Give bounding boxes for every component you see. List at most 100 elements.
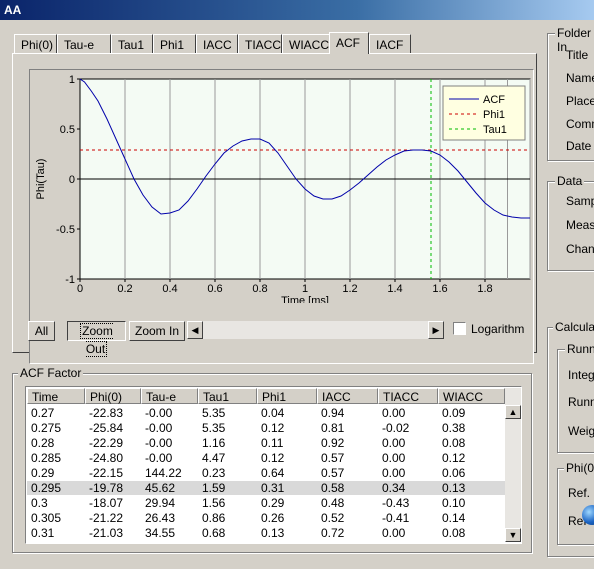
main-window: AA Phi(0) Tau-e Tau1 Phi1 IACC TIACC WIA…: [0, 0, 594, 569]
table-cell: -0.43: [382, 496, 410, 510]
x-tick-label: 0.8: [252, 283, 267, 295]
col-iacc[interactable]: IACC: [317, 388, 378, 404]
table-cell: 0.00: [382, 451, 406, 465]
table-cell: -0.00: [145, 406, 173, 420]
table-cell: 0.34: [382, 481, 406, 495]
tab-iacf[interactable]: IACF: [369, 34, 411, 54]
tab-panel: 0 0.2 0.4 0.6 0.8 1 1.2 1.4 1.6 1.8 1 0.5 0 -0.5 -1 Tim…: [12, 53, 537, 364]
table-row[interactable]: 0.28 -22.29 -0.00 1.16 0.11 0.92 0.00 0.08: [27, 436, 505, 450]
table-row[interactable]: 0.295 -19.78 45.62 1.59 0.31 0.58 0.34 0.13: [27, 481, 505, 495]
folder-field-comment: Comm: [566, 117, 594, 131]
col-phi1[interactable]: Phi1: [257, 388, 317, 404]
table-row[interactable]: 0.27 -22.83 -0.00 5.35 0.04 0.94 0.00 0.09: [27, 406, 505, 420]
table-cell: 144.22: [145, 466, 182, 480]
folder-field-title: Title: [566, 48, 589, 62]
table-cell: 0.92: [321, 436, 345, 450]
table-cell: 0.29: [261, 496, 285, 510]
table-row[interactable]: 0.3 -18.07 29.94 1.56 0.29 0.48 -0.43 0.10: [27, 496, 505, 510]
table-cell: 4.47: [202, 451, 226, 465]
x-axis-label: Time [ms]: [281, 295, 329, 303]
scroll-down-icon[interactable]: ▼: [505, 528, 521, 542]
tab-iacc[interactable]: IACC: [196, 34, 238, 54]
table-cell: 0.38: [442, 421, 466, 435]
table-cell: -22.29: [89, 436, 124, 450]
col-phi0[interactable]: Phi(0): [85, 388, 141, 404]
table-cell: 0.05: [198, 541, 225, 543]
table-cell: 0.72: [321, 526, 345, 540]
col-tau-e[interactable]: Tau-e: [141, 388, 198, 404]
scroll-right-icon[interactable]: ▶: [428, 321, 444, 339]
table-cell: 0.31: [31, 526, 55, 540]
table-cell: 0.29: [31, 466, 55, 480]
tab-tiacc[interactable]: TIACC: [238, 34, 282, 54]
tab-tau-e[interactable]: Tau-e: [57, 34, 111, 54]
x-tick-label: 0.6: [207, 283, 222, 295]
running-title: Runn: [565, 342, 594, 356]
folder-field-place: Place: [566, 94, 594, 108]
all-button[interactable]: All: [28, 321, 55, 341]
window-title: AA: [0, 0, 594, 20]
y-tick-label: -0.5: [56, 224, 75, 236]
col-wiacc[interactable]: WIACC: [438, 388, 505, 404]
table-cell: 0.20: [378, 541, 405, 543]
table-row[interactable]: 0.305 -21.22 26.43 0.86 0.26 0.52 -0.41 0.14: [27, 511, 505, 525]
table-row[interactable]: 0.285 -24.80 -0.00 4.47 0.12 0.57 0.00 0.12: [27, 451, 505, 465]
table-cell: 0.26: [261, 511, 285, 525]
phi0-group-title: Phi(0): [564, 461, 594, 475]
y-axis-label: Phi(Tau): [35, 159, 47, 200]
col-time[interactable]: Time: [27, 388, 85, 404]
table-cell: 0.27: [31, 406, 55, 420]
table-vertical-scrollbar[interactable]: ▲ ▼: [505, 388, 521, 542]
x-tick-label: 1.8: [477, 283, 492, 295]
tab-acf[interactable]: ACF: [329, 32, 369, 54]
table-cell: 0.18: [438, 541, 465, 543]
tab-tau1[interactable]: Tau1: [111, 34, 153, 54]
table-row[interactable]: 0.315 -13.59 48.64 0.05 1.02 0.62 0.20 0.18: [27, 541, 505, 543]
table-cell: 1.16: [202, 436, 226, 450]
data-field-meas: Meas: [566, 218, 594, 232]
table-cell: 0.295: [31, 481, 62, 495]
table-cell: 0.81: [321, 421, 345, 435]
table-cell: 0.12: [442, 451, 466, 465]
table-cell: 0.08: [442, 436, 466, 450]
table-cell: 0.04: [261, 406, 285, 420]
table-cell: 48.64: [141, 541, 175, 543]
table-cell: 0.10: [442, 496, 466, 510]
tab-phi0[interactable]: Phi(0): [14, 34, 57, 54]
table-row[interactable]: 0.31 -21.03 34.55 0.68 0.13 0.72 0.00 0.08: [27, 526, 505, 540]
chart-horizontal-scrollbar[interactable]: ◀ ▶: [186, 320, 445, 340]
col-tau1[interactable]: Tau1: [198, 388, 257, 404]
logarithm-label: Logarithm: [471, 322, 525, 336]
tab-wiacc[interactable]: WIACC: [282, 34, 331, 54]
table-cell: 1.02: [257, 541, 284, 543]
col-tiacc[interactable]: TIACC: [378, 388, 438, 404]
zoom-in-button[interactable]: Zoom In: [129, 321, 185, 341]
legend-label: Tau1: [483, 124, 507, 136]
table-cell: 0.285: [31, 451, 62, 465]
zoom-out-button[interactable]: Zoom Out: [67, 321, 126, 357]
table-cell: 0.13: [442, 481, 466, 495]
scroll-up-icon[interactable]: ▲: [505, 405, 521, 419]
table-cell: 0.58: [321, 481, 345, 495]
table-cell: -0.00: [145, 436, 173, 450]
table-cell: 5.35: [202, 406, 226, 420]
table-cell: 0.12: [261, 451, 285, 465]
table-cell: 0.09: [442, 406, 466, 420]
table-row[interactable]: 0.29 -22.15 144.22 0.23 0.64 0.57 0.00 0.06: [27, 466, 505, 480]
table-cell: 0.11: [261, 436, 284, 450]
tab-phi1[interactable]: Phi1: [153, 34, 196, 54]
table-cell: 0.23: [202, 466, 226, 480]
acf-chart: 0 0.2 0.4 0.6 0.8 1 1.2 1.4 1.6 1.8 1 0.5 0 -0.5 -1 Tim…: [35, 74, 531, 307]
x-tick-label: 1.6: [432, 283, 447, 295]
table-cell: -0.02: [382, 421, 410, 435]
scroll-left-icon[interactable]: ◀: [187, 321, 203, 339]
table-cell: 0.08: [442, 526, 466, 540]
y-tick-label: 1: [69, 74, 75, 86]
x-tick-label: 0: [77, 283, 83, 295]
x-tick-label: 0.4: [162, 283, 177, 295]
legend-label: Phi1: [483, 109, 505, 121]
table-cell: -0.41: [382, 511, 410, 525]
table-row[interactable]: 0.275 -25.84 -0.00 5.35 0.12 0.81 -0.02 0.38: [27, 421, 505, 435]
logarithm-checkbox[interactable]: [453, 322, 466, 335]
phi0-field-ref-l: Ref. L: [568, 486, 594, 500]
